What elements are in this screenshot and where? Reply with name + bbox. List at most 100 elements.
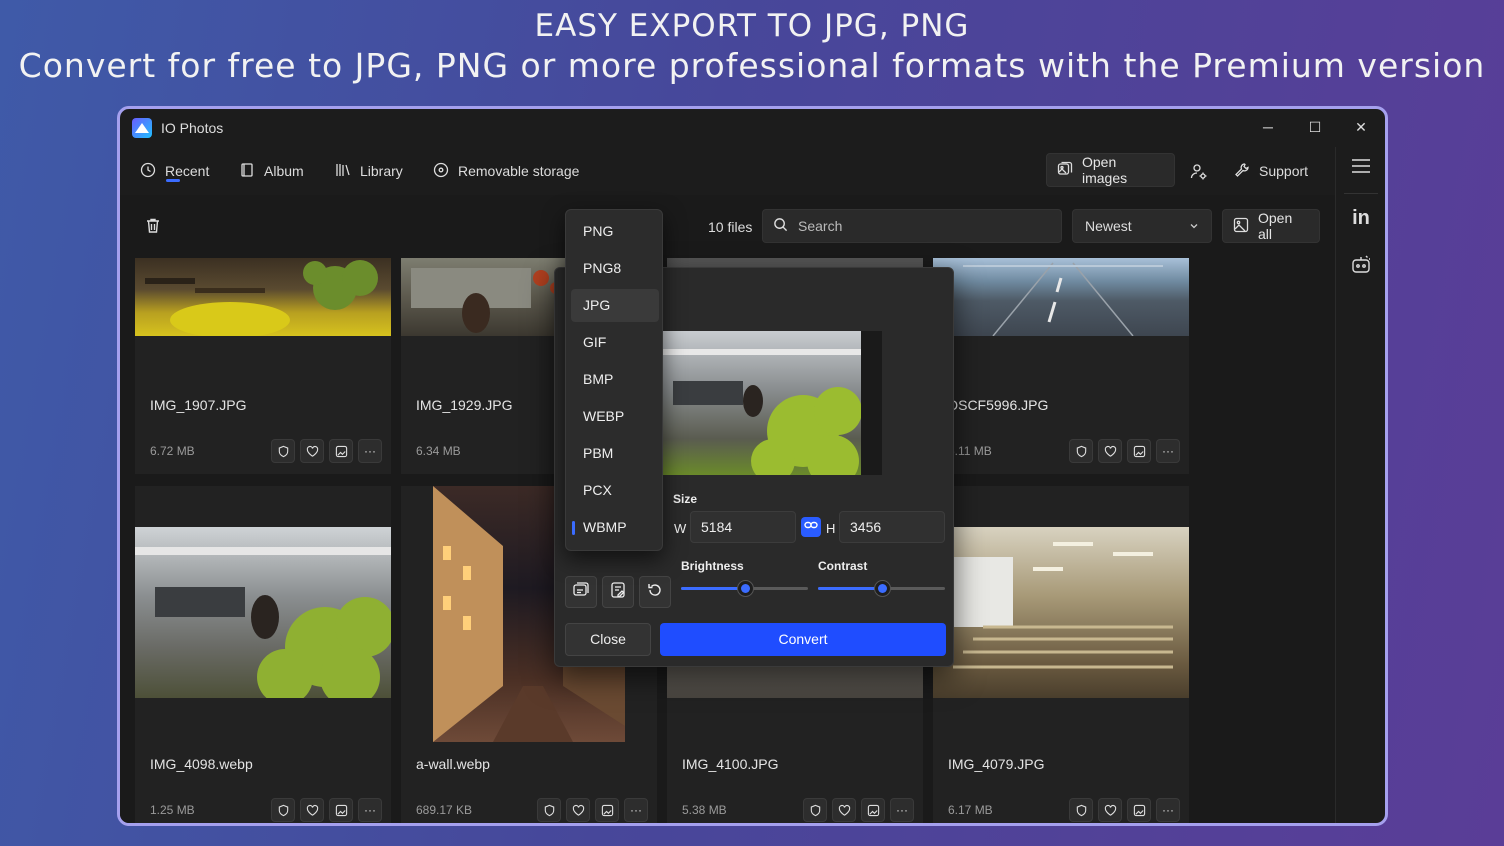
batch-tool-button[interactable] bbox=[565, 576, 597, 608]
nav-removable-storage[interactable]: Removable storage bbox=[433, 160, 579, 182]
more-icon[interactable]: ··· bbox=[624, 798, 648, 822]
trash-icon[interactable] bbox=[144, 217, 162, 235]
convert-button[interactable]: Convert bbox=[660, 623, 946, 656]
width-label: W bbox=[674, 521, 687, 536]
photo-thumbnail[interactable] bbox=[933, 527, 1189, 698]
heart-icon[interactable] bbox=[300, 798, 324, 822]
heart-icon[interactable] bbox=[1098, 439, 1122, 463]
photo-thumbnail[interactable] bbox=[135, 258, 391, 338]
nav-library[interactable]: Library bbox=[335, 160, 403, 182]
contrast-knob[interactable] bbox=[874, 580, 891, 597]
title-bar: IO Photos ─ ☐ ✕ bbox=[120, 109, 1385, 147]
edit-image-icon[interactable] bbox=[329, 798, 353, 822]
maximize-button[interactable]: ☐ bbox=[1300, 115, 1330, 139]
link-aspect-toggle[interactable] bbox=[801, 517, 821, 537]
chevron-down-icon bbox=[1189, 218, 1199, 234]
photo-thumbnail[interactable] bbox=[135, 527, 395, 707]
heart-icon[interactable] bbox=[300, 439, 324, 463]
heart-icon[interactable] bbox=[1098, 798, 1122, 822]
format-option-bmp[interactable]: BMP bbox=[571, 363, 659, 396]
more-icon[interactable]: ··· bbox=[890, 798, 914, 822]
edit-document-icon bbox=[609, 581, 627, 604]
format-option-jpg[interactable]: JPG bbox=[571, 289, 659, 322]
photo-thumbnail[interactable] bbox=[933, 258, 1189, 337]
search-input[interactable]: Search bbox=[762, 209, 1062, 243]
user-settings-icon[interactable] bbox=[1190, 163, 1208, 181]
format-option-webp[interactable]: WEBP bbox=[571, 400, 659, 433]
shield-icon[interactable] bbox=[271, 439, 295, 463]
format-option-wbmp[interactable]: WBMP bbox=[571, 511, 659, 544]
search-placeholder: Search bbox=[798, 218, 843, 234]
right-sidebar: in bbox=[1335, 147, 1385, 823]
open-all-button[interactable]: Open all bbox=[1222, 209, 1320, 243]
more-icon[interactable]: ··· bbox=[1156, 798, 1180, 822]
nav-removable-storage-label: Removable storage bbox=[458, 163, 580, 179]
photo-card[interactable]: IMG_1907.JPG 6.72 MB ··· bbox=[135, 258, 391, 474]
nav-album[interactable]: Album bbox=[239, 160, 304, 182]
photo-card[interactable]: IMG_4098.webp 1.25 MB ··· bbox=[135, 486, 395, 823]
linkedin-icon[interactable]: in bbox=[1348, 205, 1374, 231]
promo-headline: EASY EXPORT TO JPG, PNG bbox=[534, 8, 970, 44]
promo-subheadline: Convert for free to JPG, PNG or more pro… bbox=[18, 46, 1486, 85]
format-option-pcx[interactable]: PCX bbox=[571, 474, 659, 507]
brightness-label: Brightness bbox=[681, 559, 744, 573]
height-input[interactable]: 3456 bbox=[839, 511, 945, 543]
more-icon[interactable]: ··· bbox=[358, 798, 382, 822]
close-window-button[interactable]: ✕ bbox=[1346, 115, 1376, 139]
hamburger-menu-icon[interactable] bbox=[1348, 153, 1374, 179]
sort-dropdown[interactable]: Newest bbox=[1072, 209, 1212, 243]
preview-frame bbox=[663, 331, 882, 487]
close-button[interactable]: Close bbox=[565, 623, 651, 656]
photo-card[interactable]: IMG_4079.JPG 6.17 MB ··· bbox=[933, 486, 1189, 823]
more-icon[interactable]: ··· bbox=[1156, 439, 1180, 463]
open-images-label: Open images bbox=[1082, 154, 1128, 186]
sidebar-divider bbox=[1344, 193, 1378, 194]
more-icon[interactable]: ··· bbox=[358, 439, 382, 463]
format-option-png[interactable]: PNG bbox=[571, 215, 659, 248]
shield-icon[interactable] bbox=[1069, 439, 1093, 463]
photo-size: 6.17 MB bbox=[948, 803, 993, 817]
photo-name: IMG_1929.JPG bbox=[416, 397, 513, 413]
brightness-knob[interactable] bbox=[737, 580, 754, 597]
photo-name: IMG_4079.JPG bbox=[948, 756, 1045, 772]
open-images-icon bbox=[1057, 161, 1073, 180]
edit-image-icon[interactable] bbox=[329, 439, 353, 463]
photo-size: 6.34 MB bbox=[416, 444, 461, 458]
format-option-png8[interactable]: PNG8 bbox=[571, 252, 659, 285]
photo-card[interactable]: DSCF5996.JPG 6.11 MB ··· bbox=[933, 258, 1189, 474]
edit-image-icon[interactable] bbox=[861, 798, 885, 822]
photo-name: a-wall.webp bbox=[416, 756, 490, 772]
shield-icon[interactable] bbox=[1069, 798, 1093, 822]
album-icon bbox=[239, 162, 255, 181]
photo-name: IMG_4100.JPG bbox=[682, 756, 779, 772]
shield-icon[interactable] bbox=[803, 798, 827, 822]
photo-size: 6.72 MB bbox=[150, 444, 195, 458]
nav-album-label: Album bbox=[264, 163, 304, 179]
minimize-button[interactable]: ─ bbox=[1253, 115, 1283, 139]
open-images-button[interactable]: Open images bbox=[1046, 153, 1175, 187]
photo-size: 5.38 MB bbox=[682, 803, 727, 817]
ai-assistant-icon[interactable] bbox=[1348, 251, 1374, 277]
shield-icon[interactable] bbox=[271, 798, 295, 822]
rename-tool-button[interactable] bbox=[602, 576, 634, 608]
photo-name: DSCF5996.JPG bbox=[948, 397, 1049, 413]
format-option-pbm[interactable]: PBM bbox=[571, 437, 659, 470]
edit-image-icon[interactable] bbox=[1127, 439, 1151, 463]
support-button[interactable]: Support bbox=[1234, 160, 1308, 182]
preview-image bbox=[663, 331, 862, 487]
open-all-label: Open all bbox=[1258, 210, 1293, 242]
photo-size: 1.25 MB bbox=[150, 803, 195, 817]
support-label: Support bbox=[1259, 163, 1309, 179]
shield-icon[interactable] bbox=[537, 798, 561, 822]
heart-icon[interactable] bbox=[832, 798, 856, 822]
heart-icon[interactable] bbox=[566, 798, 590, 822]
brightness-slider[interactable] bbox=[681, 580, 808, 597]
contrast-slider[interactable] bbox=[818, 580, 945, 597]
width-input[interactable]: 5184 bbox=[690, 511, 796, 543]
contrast-label: Contrast bbox=[818, 559, 868, 573]
app-title: IO Photos bbox=[161, 120, 224, 136]
rotate-tool-button[interactable] bbox=[639, 576, 671, 608]
format-option-gif[interactable]: GIF bbox=[571, 326, 659, 359]
edit-image-icon[interactable] bbox=[595, 798, 619, 822]
edit-image-icon[interactable] bbox=[1127, 798, 1151, 822]
